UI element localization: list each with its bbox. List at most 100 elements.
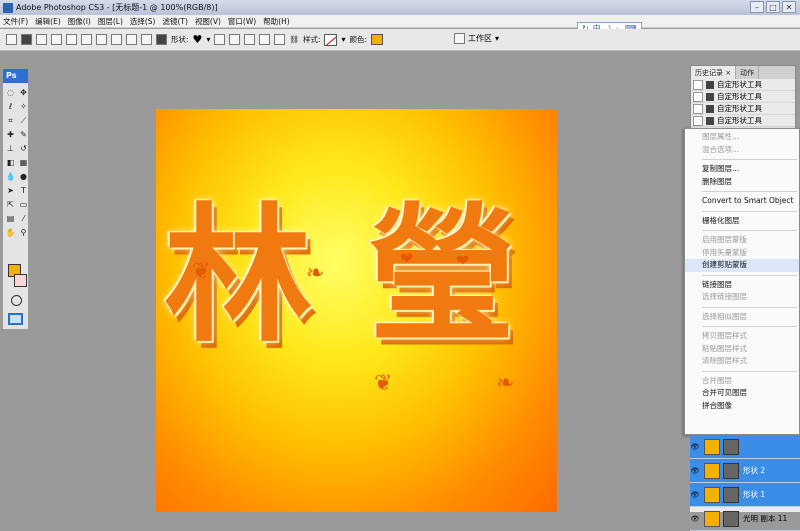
menu-item[interactable]: 选择(S): [130, 16, 156, 27]
snapshot-checkbox[interactable]: [693, 91, 703, 102]
menu-separator: [702, 210, 797, 212]
path-selection-icon[interactable]: ➤: [5, 185, 16, 196]
close-button[interactable]: ✕: [782, 1, 796, 13]
line-tool-button[interactable]: [141, 34, 152, 45]
snapshot-checkbox[interactable]: [693, 115, 703, 126]
menu-item[interactable]: 窗口(W): [228, 16, 256, 27]
context-menu-item[interactable]: 创建剪贴蒙版: [685, 259, 799, 272]
visibility-eye-icon[interactable]: 👁: [690, 443, 700, 451]
style-picker[interactable]: [324, 33, 338, 46]
menu-separator: [702, 370, 797, 372]
context-menu-item[interactable]: 拼合图像: [685, 400, 799, 413]
type-tool-icon[interactable]: T: [18, 185, 29, 196]
history-state[interactable]: 自定形状工具: [691, 115, 795, 127]
menu-item[interactable]: 滤镜(T): [163, 16, 188, 27]
polygon-tool-button[interactable]: [126, 34, 137, 45]
tab-actions[interactable]: 动作: [736, 66, 760, 79]
shape-layers-mode-button[interactable]: [21, 34, 32, 45]
visibility-eye-icon[interactable]: 👁: [690, 491, 700, 499]
intersect-shape-button[interactable]: [259, 34, 271, 45]
zoom-tool-icon[interactable]: ⚲: [18, 227, 29, 238]
add-to-shape-button[interactable]: [229, 34, 241, 45]
brush-tool-icon[interactable]: ✎: [18, 129, 29, 140]
notes-tool-icon[interactable]: ▤: [5, 213, 16, 224]
rounded-rectangle-tool-button[interactable]: [96, 34, 107, 45]
background-color-swatch[interactable]: [14, 274, 27, 287]
dodge-tool-icon[interactable]: ●: [18, 171, 29, 182]
visibility-eye-icon[interactable]: 👁: [690, 467, 700, 475]
window-controls: – □ ✕: [750, 1, 796, 13]
chevron-down-icon[interactable]: ▾: [341, 35, 345, 44]
chevron-down-icon[interactable]: ▾: [495, 34, 499, 43]
tool-preset-picker[interactable]: [6, 34, 17, 45]
context-menu-item[interactable]: 栅格化图层: [685, 215, 799, 228]
snapshot-checkbox[interactable]: [693, 103, 703, 114]
menu-item[interactable]: 图层(L): [98, 16, 123, 27]
subtract-shape-button[interactable]: [244, 34, 256, 45]
layer-row[interactable]: 👁 形状 2: [690, 459, 800, 483]
color-swatch[interactable]: [371, 34, 384, 45]
canvas-glyph-1: 林: [164, 188, 312, 362]
menu-item[interactable]: 编辑(E): [35, 16, 61, 27]
eraser-tool-icon[interactable]: ◧: [5, 157, 16, 168]
tab-history[interactable]: 历史记录 ×: [691, 66, 737, 79]
snapshot-checkbox[interactable]: [693, 79, 703, 90]
heart-shape-icon[interactable]: ♥: [193, 33, 203, 46]
fill-pixels-mode-button[interactable]: [51, 34, 62, 45]
workspace-label[interactable]: 工作区: [468, 33, 492, 44]
custom-shape-tool-button[interactable]: [156, 34, 167, 45]
screen-mode-icon[interactable]: [8, 313, 23, 325]
history-state[interactable]: 自定形状工具: [691, 103, 795, 115]
context-menu-item: 粘贴图层样式: [702, 343, 747, 353]
marquee-tool-icon[interactable]: ◌: [5, 87, 16, 98]
context-menu-item[interactable]: 合并可见图层: [685, 387, 799, 400]
history-state[interactable]: 自定形状工具: [691, 79, 795, 91]
document-canvas[interactable]: 林 瑩 ❦ ❧ ❦ ❧ ❤ ❤: [156, 109, 557, 512]
menu-separator: [702, 191, 797, 192]
visibility-eye-icon[interactable]: 👁: [690, 515, 700, 523]
lasso-tool-icon[interactable]: ℓ: [5, 101, 16, 112]
move-tool-icon[interactable]: ✥: [18, 87, 29, 98]
layer-row[interactable]: 👁 形状 1: [690, 483, 800, 507]
layer-row[interactable]: 👁 光明 副本 11: [690, 507, 800, 531]
clone-stamp-icon[interactable]: ⊥: [5, 143, 16, 154]
menu-item[interactable]: 视图(V): [195, 16, 221, 27]
context-menu-item[interactable]: 链接图层: [685, 279, 799, 292]
context-menu-item: 混合选项...: [702, 144, 740, 154]
bridge-icon[interactable]: [454, 33, 465, 44]
menu-item[interactable]: 文件(F): [3, 16, 28, 27]
paths-mode-button[interactable]: [36, 34, 47, 45]
ellipse-tool-button[interactable]: [111, 34, 122, 45]
layer-row[interactable]: 👁: [690, 435, 800, 459]
minimize-button[interactable]: –: [750, 1, 764, 13]
magic-wand-icon[interactable]: ✧: [18, 101, 29, 112]
layer-thumbnail: [704, 438, 720, 455]
context-menu-item[interactable]: 复制图层...: [685, 163, 799, 176]
context-menu-item[interactable]: Convert to Smart Object: [685, 195, 799, 208]
blur-tool-icon[interactable]: 💧: [5, 171, 16, 182]
eyedropper-icon[interactable]: ⁄: [18, 213, 29, 224]
menu-item[interactable]: 帮助(H): [263, 16, 290, 27]
direct-selection-icon[interactable]: ⇱: [5, 199, 16, 210]
exclude-shape-button[interactable]: [274, 34, 286, 45]
rectangle-tool-button[interactable]: [81, 34, 92, 45]
quick-mask-icon[interactable]: [11, 295, 22, 306]
custom-shape-tool-icon[interactable]: ▭: [18, 199, 29, 210]
menu-item[interactable]: 图像(I): [68, 16, 91, 27]
crop-tool-icon[interactable]: ⌗: [5, 115, 16, 126]
pen-tool-button[interactable]: [66, 34, 77, 45]
chevron-down-icon[interactable]: ▾: [206, 35, 210, 44]
new-shape-layer-button[interactable]: [214, 34, 226, 45]
slice-tool-icon[interactable]: ⟋: [18, 115, 29, 126]
maximize-button[interactable]: □: [766, 1, 780, 13]
healing-brush-icon[interactable]: ✚: [5, 129, 16, 140]
workspace-menu[interactable]: 工作区 ▾: [454, 33, 499, 44]
history-state[interactable]: 自定形状工具: [691, 91, 795, 103]
ps-logo: Ps: [3, 69, 28, 83]
hand-tool-icon[interactable]: ✋: [5, 227, 16, 238]
gradient-tool-icon[interactable]: ▦: [18, 157, 29, 168]
history-brush-icon[interactable]: ↺: [18, 143, 29, 154]
menu-separator: [702, 306, 797, 308]
context-menu-item[interactable]: 删除图层: [685, 176, 799, 189]
link-icon[interactable]: ⛓: [289, 35, 299, 44]
